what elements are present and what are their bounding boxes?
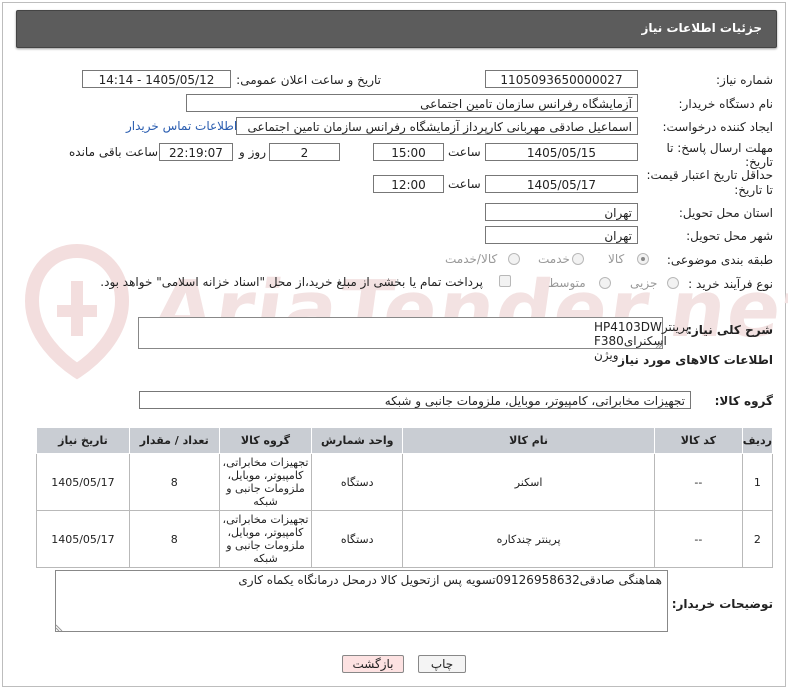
- treasury-payment-note: پرداخت تمام یا بخشی از مبلغ خرید،از محل …: [100, 275, 483, 289]
- col-goods-code: کد کالا: [654, 427, 743, 454]
- cell-goods-name: اسکنر: [402, 453, 656, 511]
- purchase-radio-partial[interactable]: [667, 277, 679, 289]
- general-desc-label: شرح کلی نیاز:: [687, 323, 773, 337]
- delivery-province-field: تهران: [485, 203, 638, 221]
- resize-grip-icon[interactable]: [655, 341, 663, 349]
- category-radio-goods-service[interactable]: [508, 253, 520, 265]
- category-goods-label: کالا: [608, 252, 625, 266]
- cell-unit: دستگاه: [311, 453, 404, 511]
- need-number-field: 1105093650000027: [485, 70, 638, 88]
- table-header-row: تاریخ نیاز تعداد / مقدار گروه کالا واحد …: [36, 427, 774, 454]
- buyer-notes-textarea[interactable]: هماهنگی صادقی09126958632تسویه پس ازتحویل…: [55, 570, 668, 632]
- announce-datetime-field: 1405/05/12 - 14:14: [82, 70, 231, 88]
- page-panel: جزئیات اطلاعات نیاز AriaTender.net شماره…: [2, 2, 788, 687]
- cell-goods-code: --: [654, 453, 743, 511]
- goods-group-label: گروه کالا:: [714, 394, 773, 408]
- days-label: روز و: [239, 145, 266, 159]
- items-table: تاریخ نیاز تعداد / مقدار گروه کالا واحد …: [36, 427, 774, 568]
- delivery-city-label: شهر محل تحویل:: [686, 229, 773, 243]
- cell-need-date: 1405/05/17: [36, 510, 130, 568]
- requester-field: اسماعیل صادقی مهربانی کارپرداز آزمایشگاه…: [236, 117, 638, 135]
- hours-remaining-label: ساعت باقی مانده: [69, 145, 159, 159]
- buyer-org-field: آزمایشگاه رفرانس سازمان تامین اجتماعی: [186, 94, 638, 112]
- table-row: 1405/05/17 8 تجهیزات مخابراتی، کامپیوتر،…: [36, 453, 774, 511]
- purchase-medium-label: متوسط: [548, 276, 586, 290]
- category-radio-service[interactable]: [572, 253, 584, 265]
- delivery-city-field: تهران: [485, 226, 638, 244]
- min-price-time-field: 12:00: [373, 175, 444, 193]
- cell-goods-code: --: [654, 510, 743, 568]
- cell-quantity: 8: [128, 510, 220, 568]
- general-desc-line1: HP4103DWپرینتر: [594, 320, 690, 334]
- back-button[interactable]: بازگشت: [342, 655, 404, 673]
- min-price-date-field: 1405/05/17: [485, 175, 638, 193]
- category-service-label: خدمت: [538, 252, 570, 266]
- category-radio-goods[interactable]: [637, 253, 649, 265]
- cell-goods-group: تجهیزات مخابراتی، کامپیوتر، موبایل، ملزو…: [218, 453, 313, 511]
- deadline-date-field: 1405/05/15: [485, 143, 638, 161]
- col-row: ردیف: [741, 427, 774, 454]
- page-title: جزئیات اطلاعات نیاز: [641, 21, 762, 35]
- purchase-radio-medium[interactable]: [599, 277, 611, 289]
- deadline-time-field: 15:00: [373, 143, 444, 161]
- min-price-label-line2: تا تاریخ:: [734, 183, 773, 197]
- table-row: 1405/05/17 8 تجهیزات مخابراتی، کامپیوتر،…: [36, 510, 774, 568]
- cell-goods-group: تجهیزات مخابراتی، کامپیوتر، موبایل، ملزو…: [218, 510, 313, 568]
- cell-quantity: 8: [128, 453, 220, 511]
- cell-row-number: 1: [741, 453, 774, 511]
- col-quantity: تعداد / مقدار: [128, 427, 220, 454]
- treasury-payment-checkbox[interactable]: [499, 275, 511, 287]
- cell-goods-name: پرینتر چندکاره: [402, 510, 656, 568]
- deadline-label-line2: تاریخ:: [745, 155, 773, 169]
- category-goods-service-label: کالا/خدمت: [445, 252, 498, 266]
- col-goods-name: نام کالا: [402, 427, 656, 454]
- deadline-hour-label: ساعت: [448, 145, 481, 159]
- purchase-type-label: نوع فرآیند خرید :: [688, 277, 773, 291]
- col-goods-group: گروه کالا: [218, 427, 313, 454]
- col-need-date: تاریخ نیاز: [36, 427, 130, 454]
- announce-datetime-label: تاریخ و ساعت اعلان عمومی:: [236, 73, 381, 87]
- buyer-contact-link[interactable]: اطلاعات تماس خریدار: [126, 119, 237, 133]
- goods-group-field: تجهیزات مخابراتی، کامپیوتر، موبایل، ملزو…: [139, 391, 691, 409]
- purchase-partial-label: جزیی: [630, 276, 658, 290]
- buyer-notes-label: توضیحات خریدار:: [671, 597, 773, 611]
- watermark-shield-icon: [24, 243, 130, 380]
- countdown-field: 22:19:07: [159, 143, 233, 161]
- cell-row-number: 2: [741, 510, 774, 568]
- buyer-org-label: نام دستگاه خریدار:: [678, 97, 774, 111]
- requester-label: ایجاد کننده درخواست:: [662, 120, 773, 134]
- resize-grip-icon[interactable]: [55, 624, 63, 632]
- deadline-label-line1: مهلت ارسال پاسخ: تا: [666, 141, 773, 155]
- category-label: طبقه بندی موضوعی:: [666, 253, 773, 267]
- goods-info-title: اطلاعات کالاهای مورد نیاز: [618, 353, 773, 367]
- col-unit: واحد شمارش: [311, 427, 404, 454]
- deadline-days-field: 2: [269, 143, 340, 161]
- need-number-label: شماره نیاز:: [716, 73, 773, 87]
- print-button[interactable]: چاپ: [418, 655, 466, 673]
- cell-need-date: 1405/05/17: [36, 453, 130, 511]
- header-bar: جزئیات اطلاعات نیاز: [16, 10, 777, 48]
- cell-unit: دستگاه: [311, 510, 404, 568]
- min-price-label-line1: حداقل تاریخ اعتبار قیمت:: [646, 168, 773, 182]
- delivery-province-label: استان محل تحویل:: [678, 206, 773, 220]
- general-desc-textarea[interactable]: HP4103DWپرینتر F380اسکنرای ویژن: [138, 317, 689, 362]
- min-price-hour-label: ساعت: [448, 177, 481, 191]
- buyer-notes-text: هماهنگی صادقی09126958632تسویه پس ازتحویل…: [238, 573, 662, 587]
